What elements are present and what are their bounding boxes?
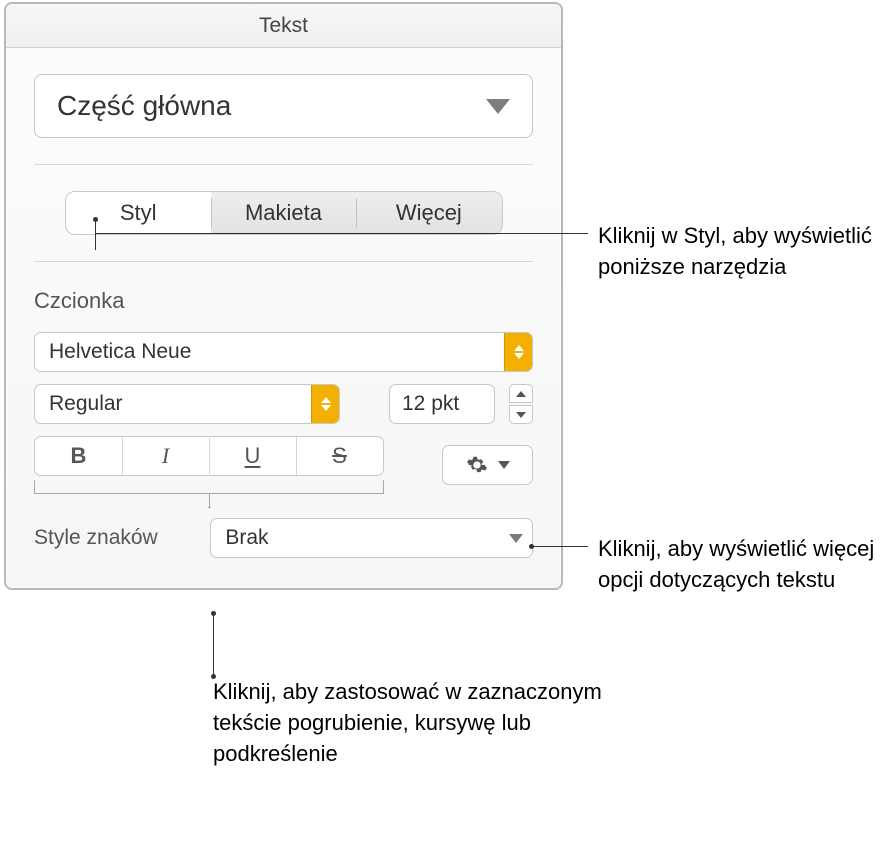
panel-header-row: Tekst — [6, 4, 561, 48]
character-style-select[interactable]: Brak — [210, 518, 533, 558]
dropdown-stepper-icon — [311, 385, 339, 423]
font-size-step-down[interactable] — [509, 405, 533, 424]
callout-text: Kliknij, aby zastosować w zaznaczonym te… — [203, 676, 603, 770]
chevron-down-icon — [486, 99, 510, 114]
callout-text: Kliknij w Styl, aby wyświetlić poniższe … — [598, 220, 896, 282]
font-variant-value: Regular — [49, 392, 123, 416]
dropdown-stepper-icon — [504, 333, 532, 371]
chevron-down-icon — [500, 519, 532, 557]
divider — [34, 164, 533, 165]
character-styles-label: Style znaków — [34, 526, 190, 550]
callout-format-buttons: Kliknij, aby zastosować w zaznaczonym te… — [203, 676, 603, 770]
text-format-button-group: B I U S — [34, 436, 384, 476]
font-size-value: 12 pkt — [402, 392, 459, 416]
paragraph-style-select[interactable]: Część główna — [34, 74, 533, 138]
paragraph-style-value: Część główna — [57, 90, 231, 122]
panel-body: Część główna Styl Makieta Więcej Czcionk… — [6, 48, 561, 588]
font-size-input[interactable]: 12 pkt — [389, 384, 495, 424]
font-size-stepper — [509, 384, 533, 424]
chevron-down-icon — [498, 461, 510, 469]
panel-title: Tekst — [259, 14, 308, 38]
callout-style-tab: Kliknij w Styl, aby wyświetlić poniższe … — [96, 220, 896, 282]
italic-icon: I — [162, 443, 169, 469]
strikethrough-icon: S — [332, 443, 347, 469]
font-family-select[interactable]: Helvetica Neue — [34, 332, 533, 372]
character-style-value: Brak — [225, 526, 268, 550]
font-section-label: Czcionka — [34, 288, 533, 314]
bold-button[interactable]: B — [35, 437, 122, 475]
callout-bracket — [34, 480, 384, 494]
strikethrough-button[interactable]: S — [296, 437, 383, 475]
font-variant-select[interactable]: Regular — [34, 384, 340, 424]
underline-icon: U — [245, 443, 261, 469]
font-family-value: Helvetica Neue — [49, 340, 191, 364]
callout-leader — [213, 614, 214, 676]
advanced-options-button[interactable] — [442, 445, 533, 485]
bold-icon: B — [71, 443, 87, 469]
gear-icon — [466, 454, 488, 476]
font-size-step-up[interactable] — [509, 384, 533, 403]
underline-button[interactable]: U — [209, 437, 296, 475]
callout-gear: Kliknij, aby wyświetlić więcej opcji dot… — [532, 533, 896, 595]
text-inspector-panel: Tekst Część główna Styl Makieta Więcej C… — [4, 2, 563, 590]
italic-button[interactable]: I — [122, 437, 209, 475]
callout-text: Kliknij, aby wyświetlić więcej opcji dot… — [598, 533, 896, 595]
